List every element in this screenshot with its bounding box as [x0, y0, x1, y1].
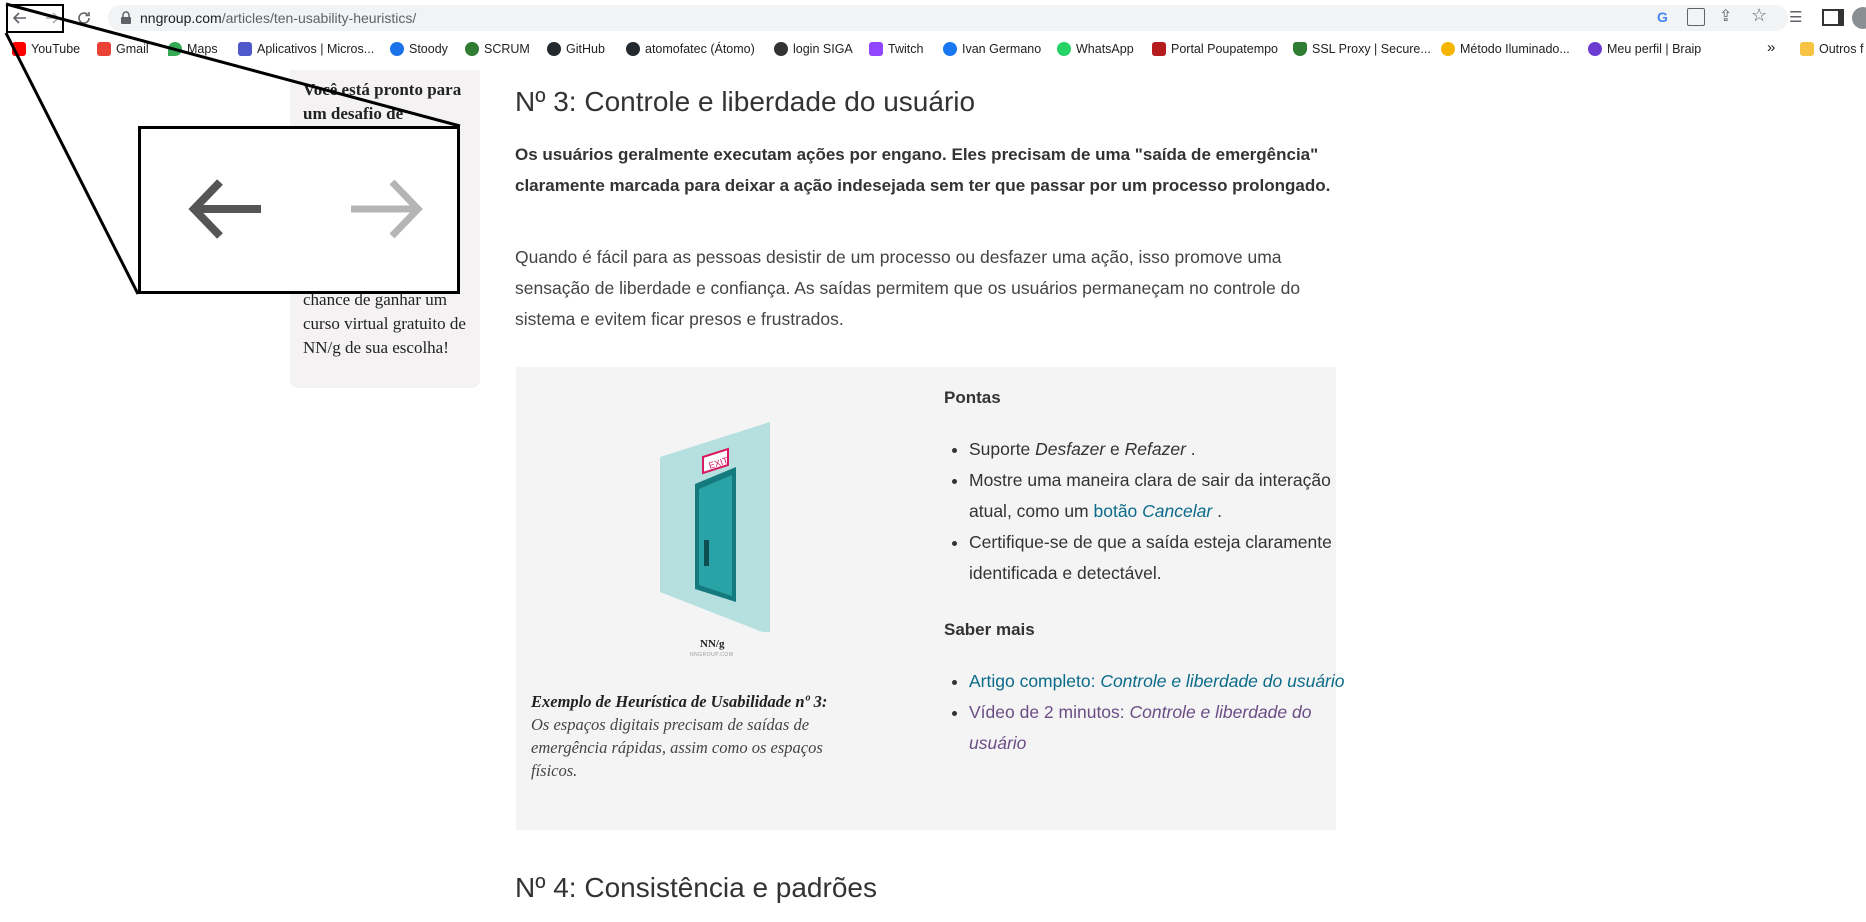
- zoom-source-frame: [6, 4, 64, 33]
- zoom-magnifier: [138, 126, 460, 294]
- arrow-right-icon: [351, 179, 423, 239]
- arrow-left-icon: [188, 179, 261, 239]
